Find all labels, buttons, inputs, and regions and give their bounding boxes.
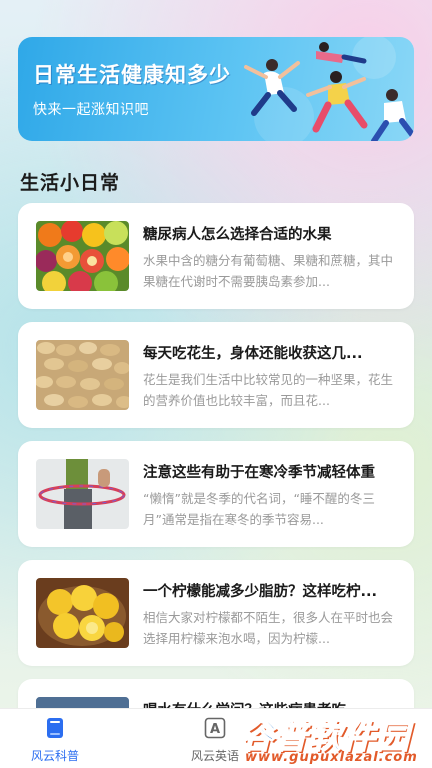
banner-illustration [244, 37, 414, 141]
watermark: 谷普软件园 www.gupuxlazal.com [239, 712, 428, 766]
article-summary: 花生是我们生活中比较常见的一种坚果，花生的营养价值也比较丰富，而且花... [143, 372, 394, 408]
banner-subtitle: 快来一起涨知识吧 [33, 102, 149, 118]
article-card[interactable]: 每天吃花生，身体还能收获这几... 花生是我们生活中比较常见的一种坚果，花生的营… [18, 322, 414, 428]
tab-science[interactable]: 风云科普 [0, 709, 115, 768]
tab-science-label: 风云科普 [30, 749, 79, 763]
section-title: 生活小日常 [20, 172, 121, 194]
article-summary: 水果中含的糖分有葡萄糖、果糖和蔗糖，其中果糖在代谢时不需要胰岛素参加... [143, 253, 394, 289]
article-title: 一个柠檬能减多少脂肪？这样吃柠... [143, 584, 378, 600]
svg-text:A: A [210, 722, 220, 737]
article-card[interactable]: 一个柠檬能减多少脂肪？这样吃柠... 相信大家对柠檬都不陌生，很多人在平时也会选… [18, 560, 414, 666]
article-thumbnail-lemons [36, 578, 129, 648]
hero-banner[interactable]: 日常生活健康知多少 快来一起涨知识吧 [18, 37, 414, 141]
article-title: 注意这些有助于在寒冷季节减轻体重 [143, 465, 375, 481]
article-thumbnail-peanuts [36, 340, 129, 410]
watermark-url: www.gupuxlazal.com [245, 750, 418, 765]
article-card[interactable]: 注意这些有助于在寒冷季节减轻体重 “懒惰”就是冬季的代名词，“睡不醒的冬三月”通… [18, 441, 414, 547]
article-title: 每天吃花生，身体还能收获这几... [143, 346, 363, 362]
article-card[interactable]: 糖尿病人怎么选择合适的水果 水果中含的糖分有葡萄糖、果糖和蔗糖，其中果糖在代谢时… [18, 203, 414, 309]
article-title: 糖尿病人怎么选择合适的水果 [143, 227, 332, 243]
letter-a-icon: A [204, 717, 226, 739]
book-icon [47, 718, 63, 738]
banner-title: 日常生活健康知多少 [33, 63, 231, 87]
article-thumbnail-hula-hoop [36, 459, 129, 529]
article-summary: 相信大家对柠檬都不陌生，很多人在平时也会选择用柠檬来泡水喝，因为柠檬... [143, 610, 394, 646]
article-thumbnail-fruits [36, 221, 129, 291]
article-summary: “懒惰”就是冬季的代名词，“睡不醒的冬三月”通常是指在寒冬的季节容易... [143, 491, 375, 527]
